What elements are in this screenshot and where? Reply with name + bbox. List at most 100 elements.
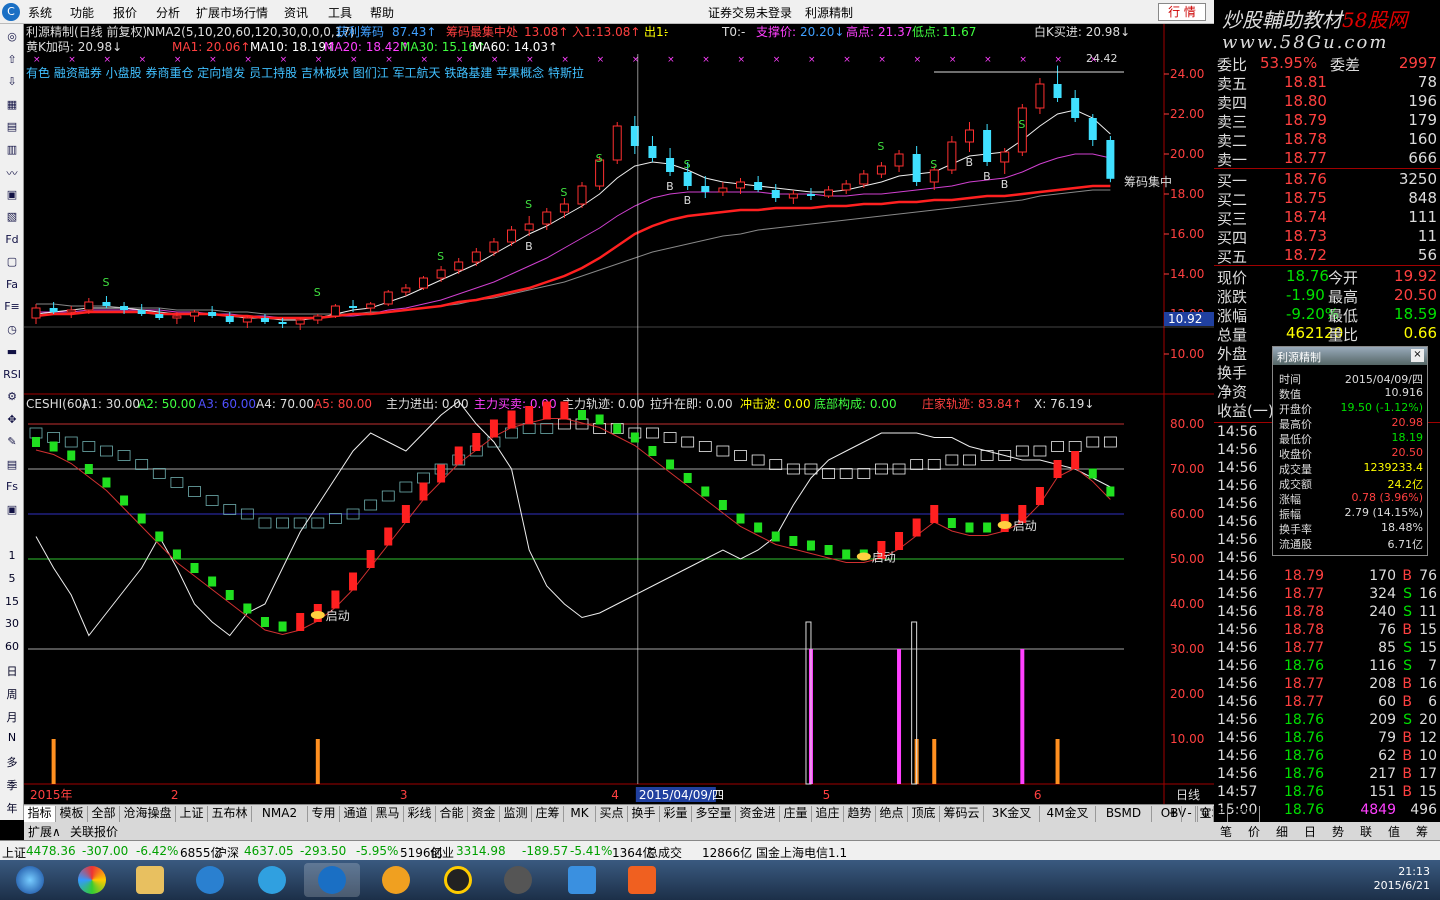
taskbar-app-s[interactable] xyxy=(244,863,300,897)
taskbar-app-explorer[interactable] xyxy=(122,863,178,897)
tab-0[interactable]: 指标 xyxy=(24,806,56,822)
period-button-0[interactable]: 1 xyxy=(2,549,22,562)
period-button-10[interactable]: 季 xyxy=(2,777,22,793)
tool-button-15[interactable]: RSI xyxy=(3,368,21,384)
menu-item-system[interactable]: 系统 xyxy=(28,4,52,21)
extend-toggle[interactable]: 扩展∧ xyxy=(28,823,61,840)
buy-level-row[interactable]: 买四 18.73 11 xyxy=(1214,227,1440,247)
close-icon[interactable]: × xyxy=(1411,349,1424,362)
menu-item-tools[interactable]: 工具 xyxy=(328,4,352,21)
tab-2[interactable]: 全部 xyxy=(88,806,120,822)
menu-item-extended-market[interactable]: 扩展市场行情 xyxy=(196,4,268,21)
tool-button-10[interactable]: ▢ xyxy=(3,255,21,271)
taskbar-app-browser[interactable] xyxy=(64,863,120,897)
taskbar-app-qq[interactable] xyxy=(430,863,486,897)
period-button-7[interactable]: 月 xyxy=(2,709,22,725)
tool-button-16[interactable]: ⚙ xyxy=(3,390,21,406)
period-button-4[interactable]: 60 xyxy=(2,640,22,653)
tab-4[interactable]: 上证 xyxy=(176,806,208,822)
tab-zoom-1[interactable]: - xyxy=(1182,806,1198,822)
tab-24[interactable]: 绝点 xyxy=(876,806,908,822)
tool-button-7[interactable]: ▣ xyxy=(3,188,21,204)
tab-25[interactable]: 顶底 xyxy=(908,806,940,822)
buy-level-row[interactable]: 买一 18.76 3250 xyxy=(1214,170,1440,190)
tab-29[interactable]: BSMD xyxy=(1096,806,1152,822)
period-button-8[interactable]: N xyxy=(2,731,22,744)
tab-8[interactable]: 通道 xyxy=(340,806,372,822)
tool-button-2[interactable]: ⇩ xyxy=(3,75,21,91)
taskbar-app-shield[interactable] xyxy=(490,863,546,897)
period-button-1[interactable]: 5 xyxy=(2,572,22,585)
tool-button-6[interactable]: 〰 xyxy=(3,165,21,181)
right-tab-1[interactable]: 价 xyxy=(1248,823,1260,840)
tab-23[interactable]: 趋势 xyxy=(844,806,876,822)
tab-28[interactable]: 4M金叉 xyxy=(1040,806,1096,822)
tool-button-11[interactable]: Fa xyxy=(3,278,21,294)
right-tab-4[interactable]: 势 xyxy=(1332,823,1344,840)
tool-button-8[interactable]: ▧ xyxy=(3,210,21,226)
data-tooltip-window[interactable]: 利源精制 × 时间 2015/04/09/四 数值 10.916 开盘价 19.50 (-… xyxy=(1272,346,1428,556)
tool-button-21[interactable]: ▣ xyxy=(3,503,21,519)
right-tab-7[interactable]: 筹 xyxy=(1416,823,1428,840)
tab-27[interactable]: 3K金叉 xyxy=(984,806,1040,822)
taskbar-app-stock[interactable] xyxy=(304,863,360,897)
tab-21[interactable]: 庄量 xyxy=(780,806,812,822)
tooltip-title[interactable]: 利源精制 xyxy=(1273,347,1427,365)
kline-chart[interactable]: 利源精制(日线 前复权)NMA2(5,10,20,60,120,30,0,0,0… xyxy=(24,24,1214,804)
tool-button-20[interactable]: Fs xyxy=(3,480,21,496)
tab-10[interactable]: 彩线 xyxy=(404,806,436,822)
taskbar-app-orange[interactable] xyxy=(614,863,670,897)
tab-9[interactable]: 黑马 xyxy=(372,806,404,822)
buy-level-row[interactable]: 买三 18.74 111 xyxy=(1214,208,1440,228)
sell-level-row[interactable]: 卖五 18.81 78 xyxy=(1214,73,1440,93)
tab-26[interactable]: 筹码云 xyxy=(940,806,984,822)
trade-login-status[interactable]: 证券交易未登录 xyxy=(708,4,792,21)
right-tab-3[interactable]: 日 xyxy=(1304,823,1316,840)
tab-5[interactable]: 五布林 xyxy=(208,806,252,822)
menu-item-analysis[interactable]: 分析 xyxy=(156,4,180,21)
right-tab-0[interactable]: 笔 xyxy=(1220,823,1232,840)
tool-button-3[interactable]: ▦ xyxy=(3,98,21,114)
period-button-2[interactable]: 15 xyxy=(2,595,22,608)
right-tab-2[interactable]: 细 xyxy=(1276,823,1288,840)
tab-17[interactable]: 换手 xyxy=(628,806,660,822)
menu-item-news[interactable]: 资讯 xyxy=(284,4,308,21)
tab-14[interactable]: 庄筹 xyxy=(532,806,564,822)
tab-32[interactable]: 拉升 xyxy=(1228,806,1260,822)
right-tab-5[interactable]: 联 xyxy=(1360,823,1372,840)
taskbar-app-game[interactable] xyxy=(368,863,424,897)
tool-button-12[interactable]: F≡ xyxy=(3,300,21,316)
sell-level-row[interactable]: 卖三 18.79 179 xyxy=(1214,111,1440,131)
right-tab-6[interactable]: 值 xyxy=(1388,823,1400,840)
tool-button-4[interactable]: ▤ xyxy=(3,120,21,136)
period-button-3[interactable]: 30 xyxy=(2,617,22,630)
tab-7[interactable]: 专用 xyxy=(308,806,340,822)
tab-zoom-0[interactable]: + xyxy=(1166,806,1182,822)
period-button-11[interactable]: 年 xyxy=(2,800,22,816)
tool-button-13[interactable]: ◷ xyxy=(3,323,21,339)
tab-zoom-2[interactable]: 0 xyxy=(1198,806,1214,822)
tab-13[interactable]: 监测 xyxy=(500,806,532,822)
tool-button-18[interactable]: ✎ xyxy=(3,435,21,451)
tab-6[interactable]: NMA2 xyxy=(252,806,308,822)
tab-12[interactable]: 资金 xyxy=(468,806,500,822)
taskbar-app-blue[interactable] xyxy=(554,863,610,897)
tab-3[interactable]: 沧海操盘 xyxy=(120,806,176,822)
start-button[interactable] xyxy=(2,863,58,897)
sell-level-row[interactable]: 卖一 18.77 666 xyxy=(1214,149,1440,169)
tool-button-17[interactable]: ✥ xyxy=(3,413,21,429)
tool-button-19[interactable]: ▤ xyxy=(3,458,21,474)
tool-button-9[interactable]: Fd xyxy=(3,233,21,249)
quote-button[interactable]: 行 情 xyxy=(1158,3,1206,21)
related-quote-tab[interactable]: 关联报价 xyxy=(70,823,118,840)
tab-19[interactable]: 多空量 xyxy=(692,806,736,822)
buy-level-row[interactable]: 买五 18.72 56 xyxy=(1214,246,1440,266)
tool-button-1[interactable]: ⇧ xyxy=(3,53,21,69)
taskbar-app-k[interactable] xyxy=(182,863,238,897)
menu-item-function[interactable]: 功能 xyxy=(70,4,94,21)
period-label[interactable]: 日线 xyxy=(1176,788,1200,802)
tab-16[interactable]: 买点 xyxy=(596,806,628,822)
tool-button-5[interactable]: ▥ xyxy=(3,143,21,159)
sell-level-row[interactable]: 卖二 18.78 160 xyxy=(1214,130,1440,150)
sector-tags[interactable]: 有色 融资融券 小盘股 券商重仓 定向增发 员工持股 吉林板块 图们江 军工航天… xyxy=(26,65,584,80)
